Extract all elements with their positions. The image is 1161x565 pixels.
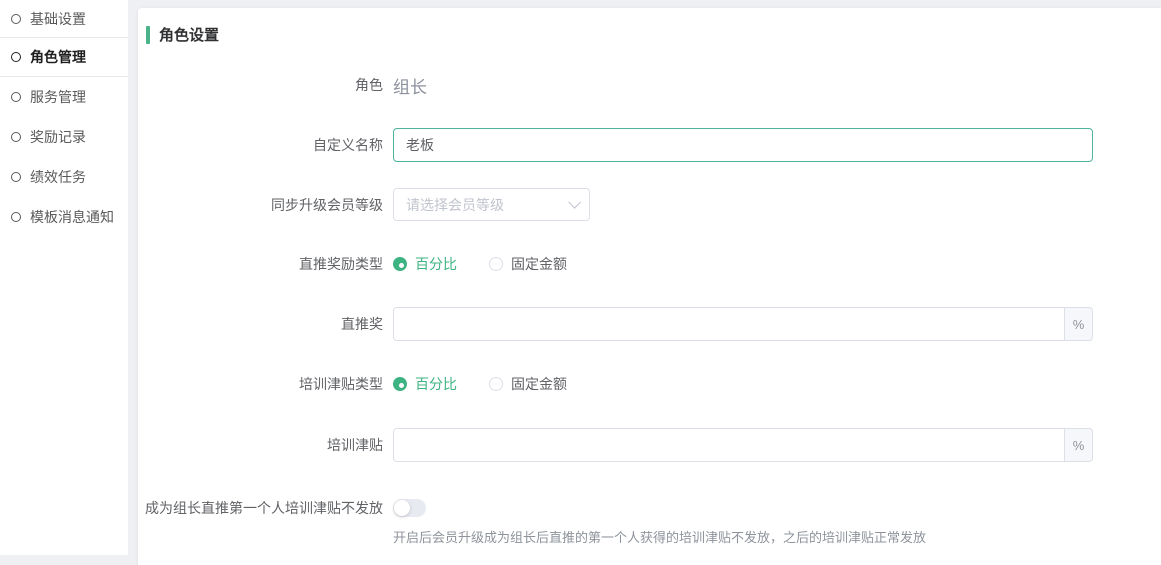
sidebar-item-label: 服务管理 <box>30 87 86 107</box>
custom-name-input[interactable] <box>393 128 1093 162</box>
percent-suffix: % <box>1065 307 1093 341</box>
percent-suffix: % <box>1065 428 1093 462</box>
direct-reward-type-row: 直推奖励类型 百分比 固定金额 <box>138 254 1161 274</box>
sidebar: 基础设置 角色管理 服务管理 奖励记录 绩效任务 模板消息通知 <box>0 0 128 555</box>
custom-name-label: 自定义名称 <box>138 135 383 155</box>
sync-level-label: 同步升级会员等级 <box>138 195 383 215</box>
sidebar-item-template-message[interactable]: 模板消息通知 <box>0 197 128 237</box>
sidebar-item-performance-tasks[interactable]: 绩效任务 <box>0 157 128 197</box>
circle-icon <box>11 132 21 142</box>
sidebar-item-basic-settings[interactable]: 基础设置 <box>0 0 128 37</box>
title-accent-bar <box>146 26 150 44</box>
switch-knob <box>394 500 410 516</box>
direct-reward-label: 直推奖 <box>138 314 383 334</box>
first-person-toggle-switch[interactable] <box>393 499 426 517</box>
radio-percentage[interactable]: 百分比 <box>393 374 457 394</box>
custom-name-row: 自定义名称 <box>138 128 1161 162</box>
radio-dot-icon <box>489 257 503 271</box>
training-allowance-row: 培训津贴 % <box>138 428 1161 462</box>
role-label: 角色 <box>138 75 383 95</box>
direct-reward-type-label: 直推奖励类型 <box>138 254 383 274</box>
training-allowance-label: 培训津贴 <box>138 435 383 455</box>
direct-reward-input[interactable] <box>393 307 1065 341</box>
role-settings-panel: 角色设置 角色 组长 自定义名称 同步升级会员等级 请选择会员等级 直推奖励类型… <box>138 8 1161 565</box>
radio-fixed-amount[interactable]: 固定金额 <box>489 254 567 274</box>
sidebar-item-service-management[interactable]: 服务管理 <box>0 77 128 117</box>
radio-dot-icon <box>393 257 407 271</box>
sidebar-item-label: 基础设置 <box>30 9 86 29</box>
sidebar-item-label: 奖励记录 <box>30 127 86 147</box>
radio-percentage[interactable]: 百分比 <box>393 254 457 274</box>
training-allowance-type-label: 培训津贴类型 <box>138 374 383 394</box>
sidebar-item-reward-records[interactable]: 奖励记录 <box>0 117 128 157</box>
sidebar-item-label: 角色管理 <box>30 47 86 67</box>
first-person-toggle-label: 成为组长直推第一个人培训津贴不发放 <box>138 498 383 518</box>
page-title: 角色设置 <box>146 24 219 45</box>
first-person-toggle-row: 成为组长直推第一个人培训津贴不发放 <box>138 498 1161 518</box>
circle-icon <box>11 212 21 222</box>
circle-icon <box>11 14 21 24</box>
circle-icon <box>11 52 21 62</box>
radio-dot-icon <box>393 377 407 391</box>
radio-dot-icon <box>489 377 503 391</box>
member-level-select[interactable]: 请选择会员等级 <box>393 188 590 221</box>
circle-icon <box>11 172 21 182</box>
chevron-down-icon <box>568 196 581 209</box>
sidebar-item-label: 绩效任务 <box>30 167 86 187</box>
sidebar-item-role-management[interactable]: 角色管理 <box>0 37 128 77</box>
select-placeholder: 请选择会员等级 <box>406 195 504 215</box>
direct-reward-row: 直推奖 % <box>138 307 1161 341</box>
training-allowance-type-row: 培训津贴类型 百分比 固定金额 <box>138 374 1161 394</box>
training-allowance-input[interactable] <box>393 428 1065 462</box>
role-value: 组长 <box>393 73 427 98</box>
toggle-helper-text: 开启后会员升级成为组长后直推的第一个人获得的培训津贴不发放，之后的培训津贴正常发… <box>393 527 926 546</box>
sync-level-row: 同步升级会员等级 请选择会员等级 <box>138 188 1161 221</box>
sidebar-item-label: 模板消息通知 <box>30 207 114 227</box>
role-row: 角色 组长 <box>138 74 1161 96</box>
radio-fixed-amount[interactable]: 固定金额 <box>489 374 567 394</box>
circle-icon <box>11 92 21 102</box>
